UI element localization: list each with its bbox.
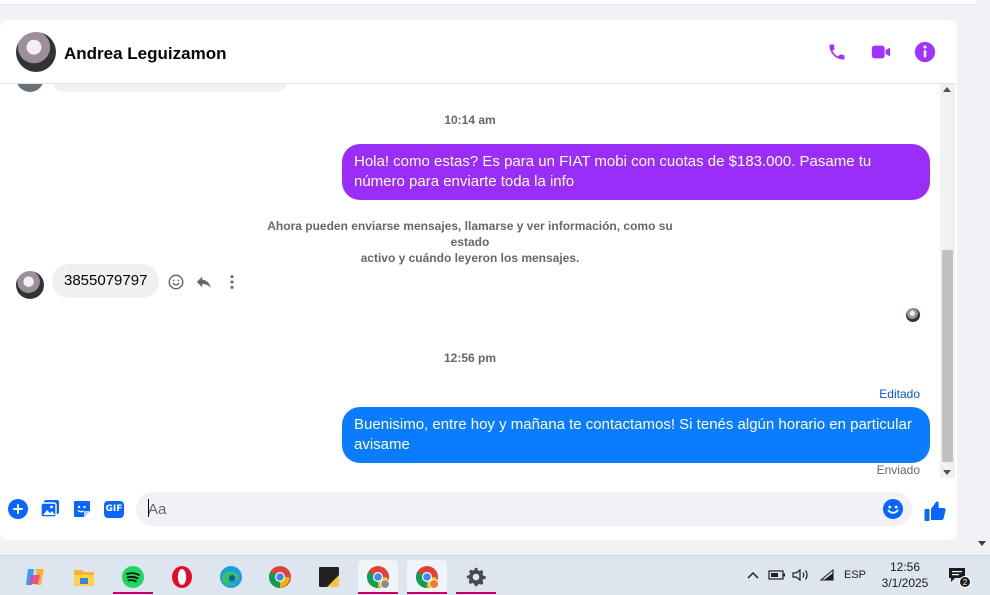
outgoing-message[interactable]: Hola! como estas? Es para un FIAT mobi c… <box>342 144 930 200</box>
message-input-wrapper <box>136 492 912 526</box>
chrome-profile-icon[interactable] <box>407 560 447 594</box>
sticky-notes-icon[interactable] <box>309 560 349 594</box>
message-input[interactable] <box>136 492 876 526</box>
chrome-profile-icon[interactable] <box>358 560 398 594</box>
text-cursor <box>148 499 149 517</box>
thread-scrollbar[interactable] <box>940 84 955 478</box>
language-indicator[interactable]: ESP <box>842 565 868 585</box>
thumbs-up-icon[interactable] <box>922 498 948 524</box>
chrome-icon[interactable] <box>260 560 300 594</box>
edge-icon[interactable] <box>211 560 251 594</box>
clock-time: 12:56 <box>889 560 921 574</box>
copilot-icon[interactable] <box>15 560 55 594</box>
timestamp: 12:56 pm <box>443 351 497 365</box>
previous-message-bubble <box>52 84 288 92</box>
system-clock[interactable]: 12:56 3/1/2025 <box>868 559 942 591</box>
timestamp: 10:14 am <box>444 113 496 127</box>
top-strip <box>0 0 975 5</box>
phone-icon[interactable] <box>825 40 849 64</box>
incoming-message[interactable]: 3855079797 <box>52 264 160 298</box>
more-options-icon[interactable] <box>222 272 242 292</box>
running-indicator <box>358 592 398 594</box>
clock-date: 3/1/2025 <box>881 576 929 590</box>
wifi-icon[interactable] <box>817 565 837 585</box>
gif-icon[interactable]: GIF <box>103 498 125 520</box>
sender-avatar[interactable] <box>16 271 44 299</box>
contact-name[interactable]: Andrea Leguizamon <box>64 44 226 64</box>
settings-icon[interactable] <box>456 560 496 594</box>
image-icon[interactable] <box>39 498 61 520</box>
volume-icon[interactable] <box>791 565 811 585</box>
edited-label[interactable]: Editado <box>879 387 920 401</box>
scroll-up-arrow-icon[interactable] <box>943 87 951 92</box>
message-thread[interactable]: 10:14 am Hola! como estas? Es para un FI… <box>0 84 940 484</box>
outgoing-message[interactable]: Buenisimo, entre hoy y mañana te contact… <box>342 407 930 463</box>
info-notice: Ahora pueden enviarse mensajes, llamarse… <box>250 218 690 266</box>
chat-header: Andrea Leguizamon <box>0 20 957 84</box>
running-indicator <box>456 592 496 594</box>
info-icon[interactable] <box>913 40 937 64</box>
video-call-icon[interactable] <box>869 40 893 64</box>
notification-count-badge: 2 <box>959 576 971 588</box>
opera-icon[interactable] <box>162 560 202 594</box>
file-explorer-icon[interactable] <box>64 560 104 594</box>
react-icon[interactable] <box>166 272 186 292</box>
running-indicator <box>113 592 153 594</box>
emoji-icon[interactable] <box>882 498 904 520</box>
previous-avatar <box>16 84 44 92</box>
add-icon[interactable] <box>7 498 29 520</box>
sticker-icon[interactable] <box>71 498 93 520</box>
reply-icon[interactable] <box>194 272 214 292</box>
scrollbar-thumb[interactable] <box>942 250 953 462</box>
chat-window: Andrea Leguizamon 10:14 am Hola! como es… <box>0 20 957 540</box>
show-hidden-icons-icon[interactable] <box>744 565 762 585</box>
info-notice-line: activo y cuándo leyeron los mensajes. <box>360 251 580 265</box>
seen-avatar <box>906 308 920 322</box>
page-scroll-down-arrow-icon[interactable] <box>978 541 986 546</box>
info-notice-line: Ahora pueden enviarse mensajes, llamarse… <box>267 219 673 249</box>
running-indicator <box>407 592 447 594</box>
windows-taskbar: ESP 12:56 3/1/2025 2 <box>0 555 990 595</box>
gif-label: GIF <box>104 500 124 518</box>
delivery-status: Enviado <box>876 463 920 477</box>
spotify-icon[interactable] <box>113 560 153 594</box>
message-composer: GIF <box>0 488 957 532</box>
battery-icon[interactable] <box>767 565 787 585</box>
contact-avatar[interactable] <box>16 32 56 72</box>
scroll-down-arrow-icon[interactable] <box>943 470 951 475</box>
